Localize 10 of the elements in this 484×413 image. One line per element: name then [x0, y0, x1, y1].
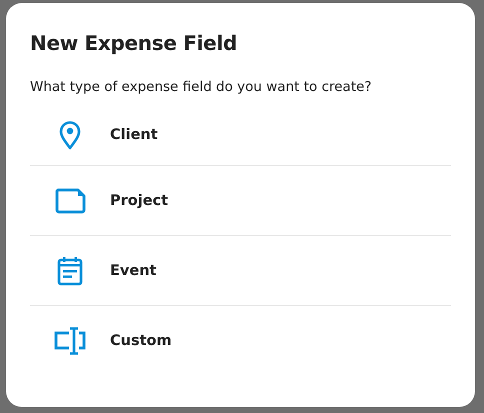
- calendar-icon: [57, 256, 83, 286]
- option-item[interactable]: Custom: [30, 306, 451, 375]
- text-field-icon: [54, 326, 86, 356]
- dialog-question: What type of expense field do you want to create?: [30, 79, 373, 95]
- option-item[interactable]: Client: [30, 105, 451, 166]
- document-icon: [54, 188, 86, 214]
- option-item[interactable]: Event: [30, 236, 451, 306]
- location-pin-icon: [59, 120, 81, 150]
- option-item[interactable]: Project: [30, 166, 451, 236]
- dialog-title: New Expense Field: [30, 31, 238, 55]
